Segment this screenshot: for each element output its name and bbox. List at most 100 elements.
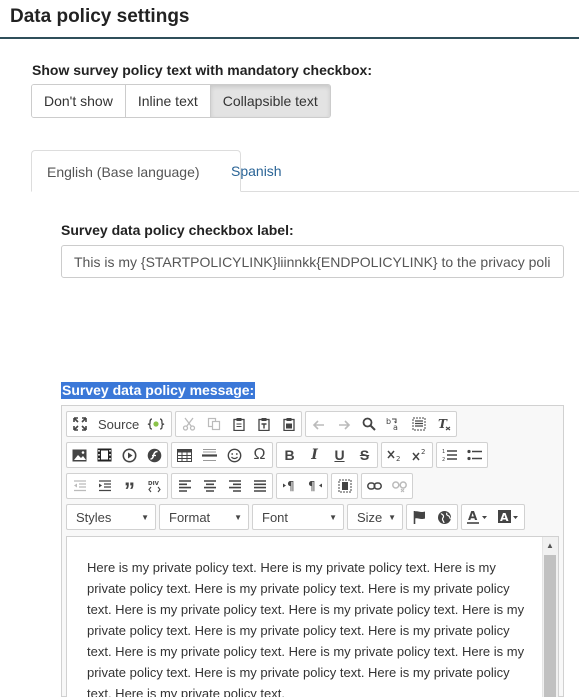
templates-icon[interactable] [332, 474, 357, 498]
table-icon[interactable] [172, 443, 197, 467]
scroll-up-arrow-icon[interactable]: ▲ [542, 537, 558, 553]
tab-spanish[interactable]: Spanish [216, 150, 297, 192]
svg-text:2: 2 [421, 448, 425, 456]
link-icon[interactable] [362, 474, 387, 498]
toolbar-group-media [66, 442, 168, 468]
cut-icon[interactable] [176, 412, 201, 436]
globe-icon[interactable] [432, 505, 457, 529]
find-icon[interactable] [356, 412, 381, 436]
anchor-flag-icon[interactable] [407, 505, 432, 529]
image-icon[interactable] [67, 443, 92, 467]
bulleted-list-icon[interactable] [462, 443, 487, 467]
toolbar-row-2: Ω B I U S 2 2 12 [66, 442, 488, 468]
text-color-icon[interactable]: A [462, 505, 493, 529]
policy-message-label: Survey data policy message: [61, 382, 256, 399]
format-dropdown[interactable]: Format ▼ [159, 504, 249, 530]
toolbar-group-list: 12 [436, 442, 488, 468]
scrollbar-thumb[interactable] [544, 555, 556, 697]
underline-icon[interactable]: U [327, 443, 352, 467]
svg-text:a: a [393, 423, 398, 431]
maximize-icon[interactable] [67, 412, 92, 436]
toolbar-row-1: Source b a T [66, 411, 458, 437]
toolbar-group-misc [406, 504, 458, 530]
align-left-icon[interactable] [172, 474, 197, 498]
format-label: Format [169, 509, 211, 525]
source-button[interactable]: Source [92, 412, 171, 436]
toolbar-group-insert: Ω [171, 442, 273, 468]
inline-text-button[interactable]: Inline text [125, 85, 211, 117]
div-container-icon[interactable]: DIV [142, 474, 167, 498]
replace-icon[interactable]: ba [381, 412, 406, 436]
toolbar-group-links [361, 473, 413, 499]
blockquote-icon[interactable]: ” [117, 474, 142, 503]
font-dropdown[interactable]: Font ▼ [252, 504, 344, 530]
svg-text:¶: ¶ [287, 479, 295, 493]
play-icon[interactable] [117, 443, 142, 467]
svg-text:¶: ¶ [308, 479, 316, 493]
chevron-down-icon: ▼ [234, 512, 242, 522]
paste-icon[interactable] [226, 412, 251, 436]
toolbar-group-blocks: ” DIV [66, 473, 168, 503]
toolbar-group-basic-styles: B I U S [276, 442, 378, 468]
toolbar-group-editing: ba T [305, 411, 458, 437]
title-divider [0, 37, 579, 39]
page-title: Data policy settings [10, 6, 190, 27]
toolbar-group-script: 2 2 [381, 442, 433, 468]
editor-content-area[interactable]: Here is my private policy text. Here is … [66, 536, 559, 697]
size-dropdown[interactable]: Size ▼ [347, 504, 403, 530]
styles-dropdown[interactable]: Styles ▼ [66, 504, 156, 530]
subscript-icon[interactable]: 2 [382, 443, 407, 467]
svg-text:A: A [468, 510, 478, 523]
horizontal-rule-icon[interactable] [197, 443, 222, 467]
video-icon[interactable] [92, 443, 117, 467]
smiley-icon[interactable] [222, 443, 247, 467]
show-policy-label: Show survey policy text with mandatory c… [32, 62, 372, 78]
svg-text:A: A [500, 511, 509, 524]
collapsible-text-button[interactable]: Collapsible text [210, 85, 330, 117]
indent-icon[interactable] [92, 474, 117, 498]
italic-icon[interactable]: I [302, 443, 327, 467]
copy-icon[interactable] [201, 412, 226, 436]
redo-icon[interactable] [331, 412, 356, 436]
strikethrough-icon[interactable]: S [352, 443, 377, 467]
dont-show-button[interactable]: Don't show [32, 85, 126, 117]
svg-text:b: b [386, 417, 391, 426]
unlink-icon[interactable] [387, 474, 412, 498]
paste-text-icon[interactable] [251, 412, 276, 436]
font-label: Font [262, 509, 289, 525]
rich-text-editor: Source b a T Ω B I U S 2 2 1 2 ” DIV ¶ ¶… [61, 405, 564, 697]
rtl-icon[interactable]: ¶ [302, 474, 327, 498]
flash-icon[interactable] [142, 443, 167, 467]
source-icon [147, 418, 165, 430]
chevron-down-icon: ▼ [141, 512, 149, 522]
remove-format-icon[interactable]: T [431, 412, 456, 436]
superscript-icon[interactable]: 2 [407, 443, 432, 467]
tab-english[interactable]: English (Base language) [31, 150, 241, 192]
svg-text:T: T [438, 417, 448, 431]
background-color-icon[interactable]: A [493, 505, 524, 529]
toolbar-group-template [331, 473, 358, 499]
toolbar-group-align [171, 473, 273, 499]
toolbar-row-4: Styles ▼ Format ▼ Font ▼ Size ▼ A A [66, 504, 525, 530]
outdent-icon[interactable] [67, 474, 92, 498]
toolbar-group-direction: ¶ ¶ [276, 473, 328, 499]
numbered-list-icon[interactable]: 12 [437, 443, 462, 467]
toolbar-group-document: Source [66, 411, 173, 437]
select-all-icon[interactable] [406, 412, 431, 436]
align-center-icon[interactable] [197, 474, 222, 498]
justify-icon[interactable] [247, 474, 272, 498]
editor-scrollbar[interactable]: ▲ [542, 537, 558, 697]
ltr-icon[interactable]: ¶ [277, 474, 302, 498]
align-right-icon[interactable] [222, 474, 247, 498]
source-label: Source [98, 416, 140, 432]
toolbar-row-3: ” DIV ¶ ¶ [66, 473, 413, 503]
language-tabs: English (Base language) Spanish [0, 150, 579, 192]
size-label: Size [357, 509, 383, 525]
checkbox-label-input[interactable] [61, 245, 564, 278]
toolbar-group-colors: A A [461, 504, 525, 530]
undo-icon[interactable] [306, 412, 331, 436]
bold-icon[interactable]: B [277, 443, 302, 467]
special-char-icon[interactable]: Ω [247, 443, 272, 467]
styles-label: Styles [76, 509, 112, 525]
paste-word-icon[interactable] [276, 412, 301, 436]
